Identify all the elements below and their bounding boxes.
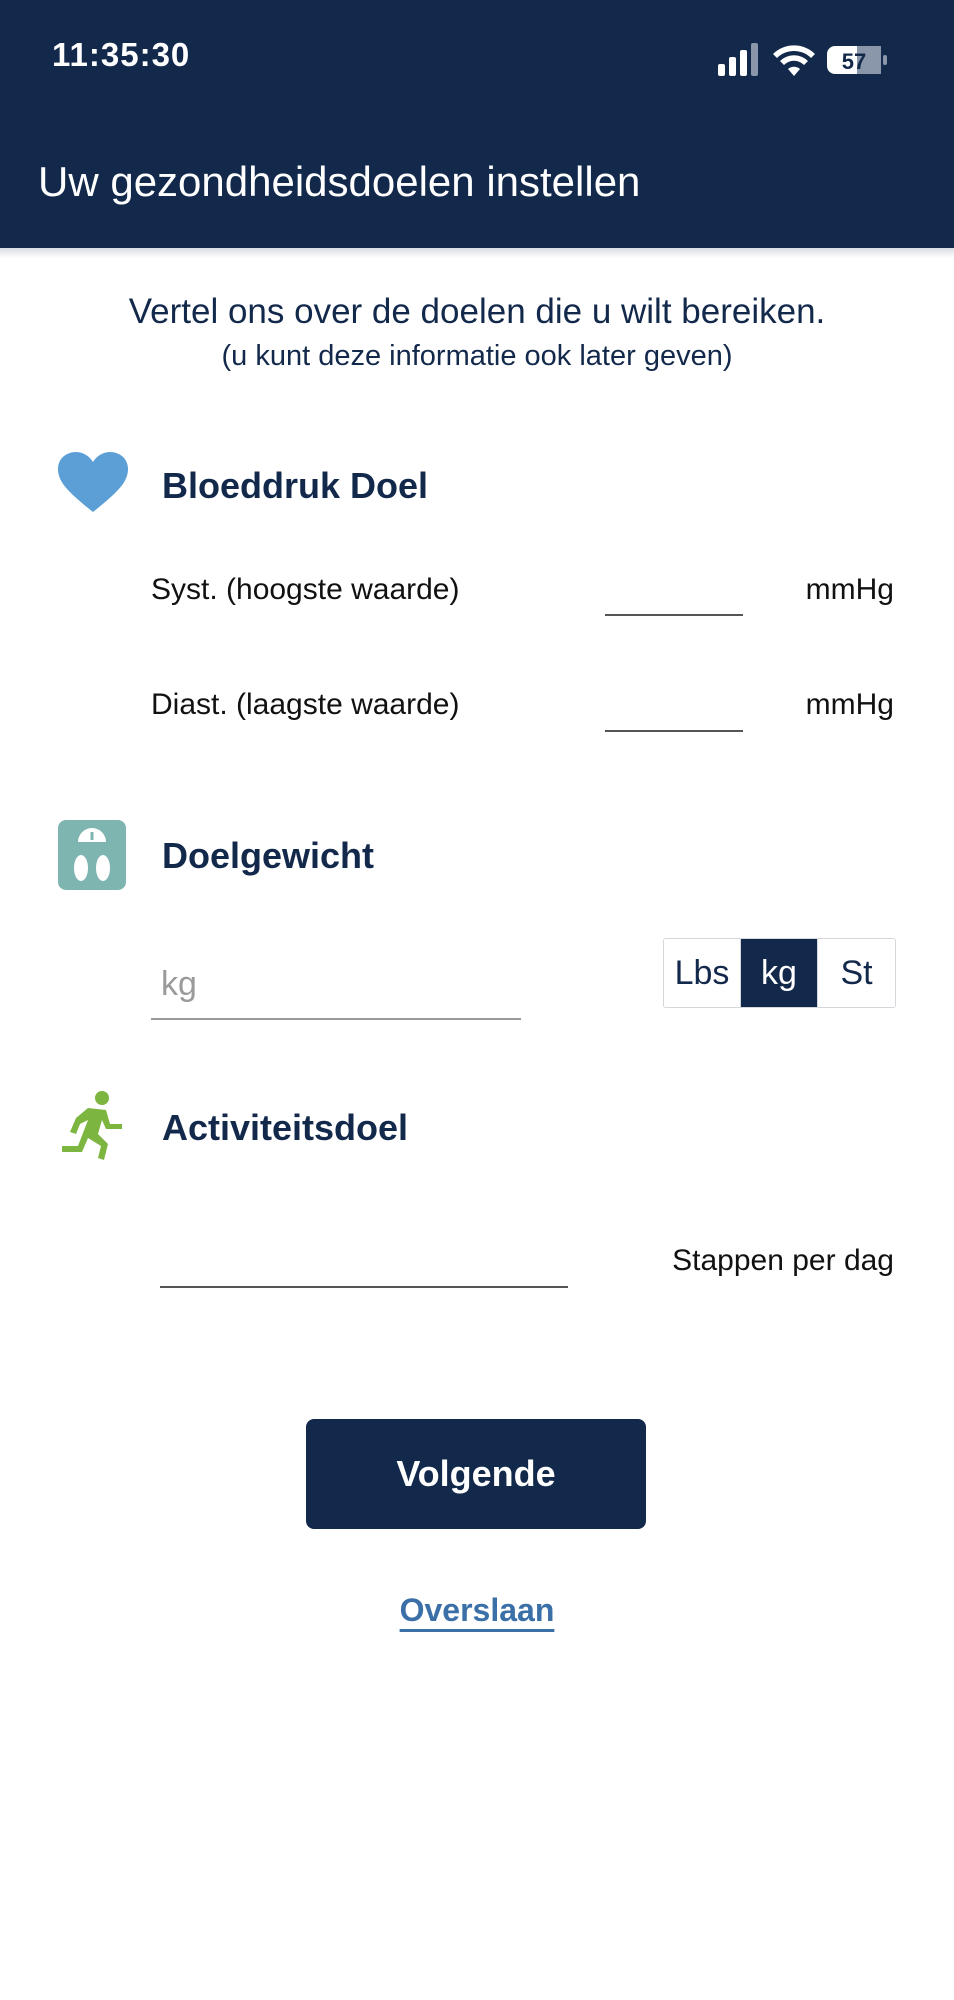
steps-input[interactable]: [160, 1238, 568, 1288]
diastolic-input[interactable]: [605, 686, 743, 732]
diastolic-unit: mmHg: [805, 688, 894, 721]
status-icons: 57: [716, 40, 891, 80]
running-person-icon: [58, 1090, 128, 1167]
heart-icon: [58, 452, 128, 519]
skip-link-container: Overslaan: [0, 1592, 954, 1629]
steps-unit: Stappen per dag: [672, 1244, 894, 1277]
weight-unit-toggle: Lbs kg St: [663, 938, 896, 1008]
wifi-icon: [773, 45, 815, 76]
scale-icon: [58, 820, 126, 895]
next-button[interactable]: Volgende: [306, 1419, 646, 1529]
weight-input[interactable]: [151, 950, 521, 1020]
skip-link[interactable]: Overslaan: [400, 1592, 555, 1628]
battery-level: 57: [842, 49, 866, 74]
blood-pressure-title: Bloeddruk Doel: [162, 465, 429, 506]
page-title: Uw gezondheidsdoelen instellen: [38, 158, 641, 205]
intro-sub: (u kunt deze informatie ook later geven): [221, 340, 733, 372]
intro-main: Vertel ons over de doelen die u wilt ber…: [128, 292, 826, 331]
activity-title: Activiteitsdoel: [162, 1107, 409, 1148]
systolic-label: Syst. (hoogste waarde): [151, 573, 460, 606]
header-shadow: [0, 248, 954, 258]
unit-option-lbs[interactable]: Lbs: [664, 939, 741, 1007]
intro-text: Vertel ons over de doelen die u wilt ber…: [0, 290, 954, 376]
systolic-input[interactable]: [605, 570, 743, 616]
signal-icon: [718, 43, 758, 76]
diastolic-label: Diast. (laagste waarde): [151, 688, 460, 721]
weight-title: Doelgewicht: [162, 835, 375, 876]
status-time: 11:35:30: [52, 36, 191, 73]
systolic-unit: mmHg: [805, 573, 894, 606]
unit-option-kg[interactable]: kg: [741, 939, 818, 1007]
unit-option-st[interactable]: St: [818, 939, 895, 1007]
app-header: 11:35:30 57 Uw gezondheidsdoelen instell…: [0, 0, 954, 248]
battery-icon: 57: [827, 46, 887, 74]
